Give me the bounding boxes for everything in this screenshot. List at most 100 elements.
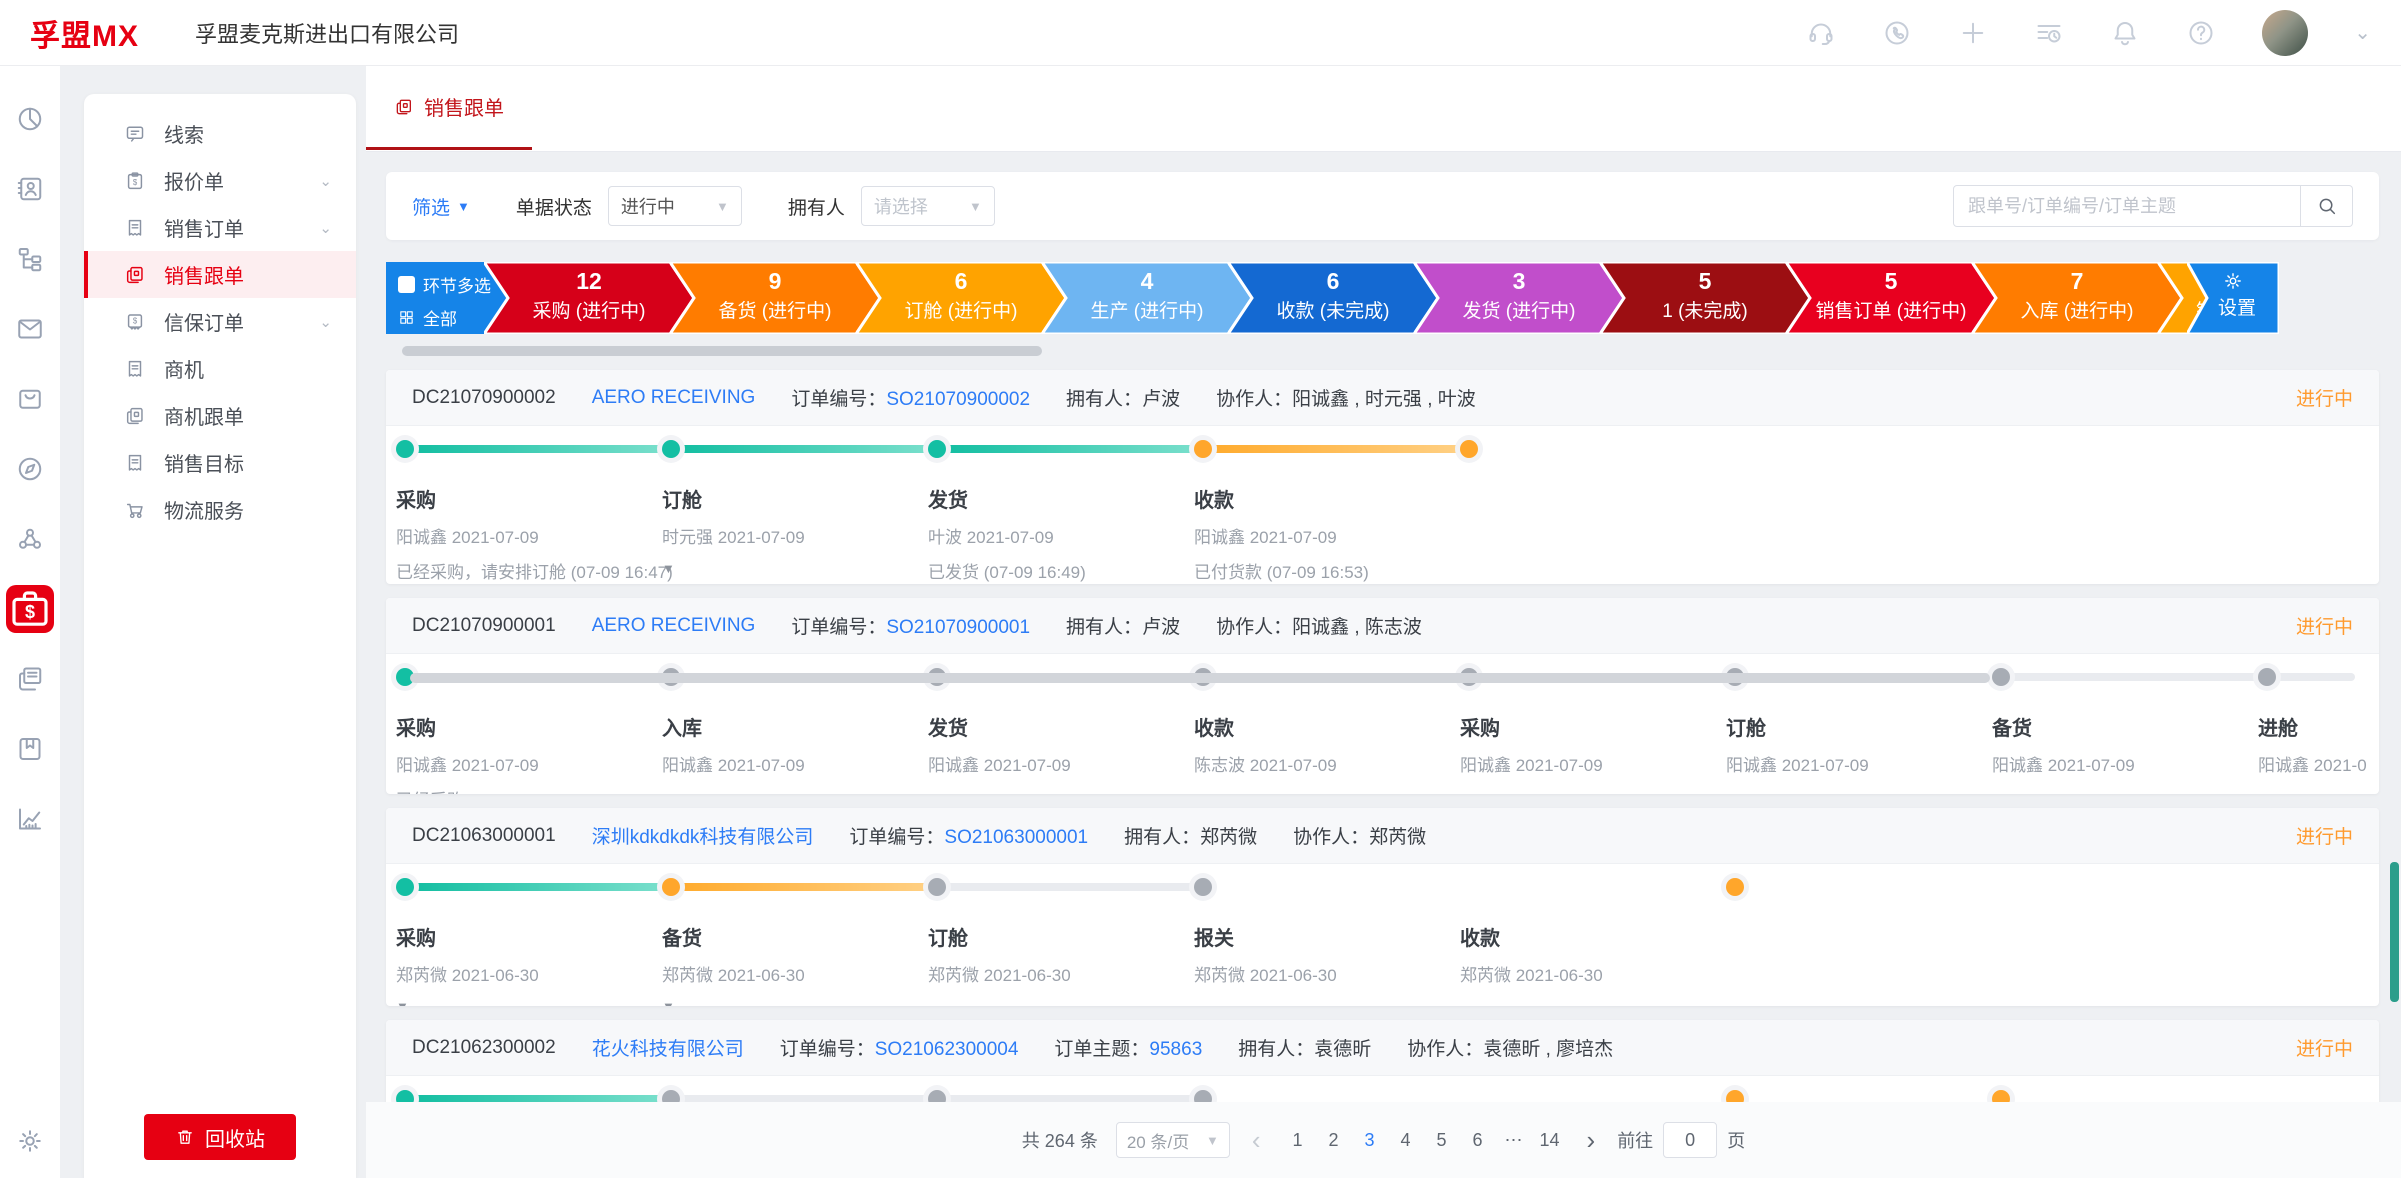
history-icon[interactable] bbox=[2034, 18, 2064, 48]
pipeline-stage-6[interactable]: 3发货 (进行中) bbox=[1414, 262, 1624, 334]
rail-item-settings[interactable] bbox=[15, 1126, 45, 1156]
page-scrollbar-thumb[interactable] bbox=[2390, 862, 2399, 1002]
tab-sales-tracking[interactable]: 销售跟单 bbox=[366, 66, 532, 150]
prev-page-button[interactable]: ‹ bbox=[1248, 1127, 1265, 1153]
timeline-dot[interactable] bbox=[1726, 878, 1744, 896]
next-page-button[interactable]: › bbox=[1583, 1127, 1600, 1153]
rail-item-workflow[interactable] bbox=[15, 244, 45, 274]
create-plus-icon[interactable] bbox=[1958, 18, 1988, 48]
step-name: 收款 bbox=[1194, 484, 1456, 513]
order-topic-link[interactable]: 95863 bbox=[1149, 1039, 1202, 1060]
owner-select[interactable]: 请选择 ▼ bbox=[861, 186, 995, 226]
sidebar-item-商机跟单[interactable]: 商机跟单 bbox=[84, 392, 356, 439]
timeline-dot[interactable] bbox=[1194, 440, 1212, 458]
rail-item-documents[interactable] bbox=[15, 664, 45, 694]
user-menu-chevron-down-icon[interactable]: ⌄ bbox=[2354, 20, 2371, 45]
step-name: 采购 bbox=[396, 712, 658, 741]
page-number-1[interactable]: 1 bbox=[1283, 1122, 1313, 1158]
page-numbers: 123456⋯14 bbox=[1283, 1122, 1565, 1158]
timeline-dot[interactable] bbox=[662, 1090, 680, 1102]
pipeline-stage-4[interactable]: 4生产 (进行中) bbox=[1042, 262, 1252, 334]
timeline-dot[interactable] bbox=[1194, 878, 1212, 896]
rail-item-reports[interactable] bbox=[15, 804, 45, 834]
stage-settings-button[interactable]: 设置 bbox=[2187, 262, 2279, 334]
rail-item-marketing[interactable] bbox=[15, 454, 45, 484]
page-number-2[interactable]: 2 bbox=[1319, 1122, 1349, 1158]
rail-item-contacts[interactable] bbox=[15, 174, 45, 204]
svg-text:$: $ bbox=[133, 178, 138, 187]
sidebar-item-销售目标[interactable]: 销售目标 bbox=[84, 439, 356, 486]
timeline-dot[interactable] bbox=[928, 440, 946, 458]
page-number-4[interactable]: 4 bbox=[1391, 1122, 1421, 1158]
timeline-step: 进舱阳诚鑫 2021-0 bbox=[2258, 712, 2379, 776]
customer-link[interactable]: 深圳kdkdkdk科技有限公司 bbox=[592, 822, 814, 849]
pipeline-stage-2[interactable]: 9备货 (进行中) bbox=[670, 262, 880, 334]
page-ellipsis[interactable]: ⋯ bbox=[1499, 1122, 1529, 1158]
support-headset-icon[interactable] bbox=[1806, 18, 1836, 48]
page-number-3[interactable]: 3 bbox=[1355, 1122, 1385, 1158]
timeline-dot[interactable] bbox=[396, 1090, 414, 1102]
sidebar-item-商机[interactable]: 商机 bbox=[84, 345, 356, 392]
notifications-bell-icon[interactable] bbox=[2110, 18, 2140, 48]
pipeline-stage-9[interactable]: 7入库 (进行中) bbox=[1972, 262, 2182, 334]
order-no-link[interactable]: SO21070900001 bbox=[886, 617, 1030, 638]
timeline-dot[interactable] bbox=[1460, 440, 1478, 458]
order-no-link[interactable]: SO21070900002 bbox=[886, 389, 1030, 410]
pipeline-stage-8[interactable]: 5销售订单 (进行中) bbox=[1786, 262, 1996, 334]
sidebar-item-物流服务[interactable]: 物流服务 bbox=[84, 486, 356, 533]
sidebar-item-销售订单[interactable]: 销售订单⌄ bbox=[84, 204, 356, 251]
timeline-dot[interactable] bbox=[1992, 1090, 2010, 1102]
user-avatar[interactable] bbox=[2262, 10, 2308, 56]
expand-step-button[interactable]: ▼ bbox=[396, 999, 420, 1006]
timeline-dot[interactable] bbox=[662, 878, 680, 896]
brand-logo[interactable]: 孚盟MX bbox=[30, 11, 139, 55]
search-input[interactable] bbox=[1953, 185, 2301, 227]
phone-icon[interactable] bbox=[1882, 18, 1912, 48]
search-button[interactable] bbox=[2301, 185, 2353, 227]
pipeline-stage-1[interactable]: 12采购 (进行中) bbox=[484, 262, 694, 334]
customer-link[interactable]: 花火科技有限公司 bbox=[592, 1034, 744, 1061]
timeline-segment bbox=[671, 1095, 937, 1102]
page-size-select[interactable]: 20 条/页 ▼ bbox=[1116, 1122, 1230, 1158]
customer-link[interactable]: AERO RECEIVING bbox=[592, 615, 756, 637]
pipeline-stage-3[interactable]: 6订舱 (进行中) bbox=[856, 262, 1066, 334]
customer-link[interactable]: AERO RECEIVING bbox=[592, 387, 756, 409]
rail-item-mail[interactable] bbox=[15, 314, 45, 344]
help-icon[interactable] bbox=[2186, 18, 2216, 48]
rail-item-dashboard[interactable] bbox=[15, 104, 45, 134]
page-number-5[interactable]: 5 bbox=[1427, 1122, 1457, 1158]
timeline-dot[interactable] bbox=[928, 878, 946, 896]
chat-icon bbox=[124, 123, 146, 145]
timeline-dot[interactable] bbox=[1726, 1090, 1744, 1102]
filter-toggle[interactable]: 筛选 ▼ bbox=[412, 193, 470, 220]
order-no-link[interactable]: SO21063000001 bbox=[944, 827, 1088, 848]
multi-select-checkbox[interactable] bbox=[398, 276, 415, 293]
stage-label: 订舱 (进行中) bbox=[856, 296, 1066, 323]
sidebar-item-线索[interactable]: 线索 bbox=[84, 110, 356, 157]
timeline-dot[interactable] bbox=[396, 878, 414, 896]
expand-step-button[interactable]: ▼ bbox=[662, 561, 686, 576]
timeline-dot[interactable] bbox=[396, 440, 414, 458]
card-scrollbar-thumb[interactable] bbox=[410, 673, 1990, 683]
expand-step-button[interactable]: ▼ bbox=[662, 999, 686, 1006]
pipeline-stage-5[interactable]: 6收款 (未完成) bbox=[1228, 262, 1438, 334]
status-select[interactable]: 进行中 ▼ bbox=[608, 186, 742, 226]
status-filter-group: 单据状态 进行中 ▼ bbox=[516, 186, 742, 226]
timeline-dot[interactable] bbox=[1194, 1090, 1212, 1102]
rail-item-sales[interactable]: $ bbox=[6, 585, 54, 633]
rail-item-knowledge[interactable] bbox=[15, 734, 45, 764]
recycle-bin-button[interactable]: 回收站 bbox=[144, 1114, 296, 1160]
sidebar-item-销售跟单[interactable]: 销售跟单 bbox=[84, 251, 356, 298]
pipeline-stage-7[interactable]: 51 (未完成) bbox=[1600, 262, 1810, 334]
rail-item-products[interactable] bbox=[15, 384, 45, 414]
timeline-dot[interactable] bbox=[662, 440, 680, 458]
timeline-dot[interactable] bbox=[928, 1090, 946, 1102]
order-no-link[interactable]: SO21062300004 bbox=[875, 1039, 1019, 1060]
rail-item-collaboration[interactable] bbox=[15, 524, 45, 554]
page-number-6[interactable]: 6 bbox=[1463, 1122, 1493, 1158]
page-number-14[interactable]: 14 bbox=[1535, 1122, 1565, 1158]
sidebar-item-报价单[interactable]: $报价单⌄ bbox=[84, 157, 356, 204]
sidebar-item-信保订单[interactable]: $信保订单⌄ bbox=[84, 298, 356, 345]
pipeline-scrollbar-thumb[interactable] bbox=[402, 346, 1042, 356]
page-jump-input[interactable] bbox=[1663, 1122, 1717, 1158]
